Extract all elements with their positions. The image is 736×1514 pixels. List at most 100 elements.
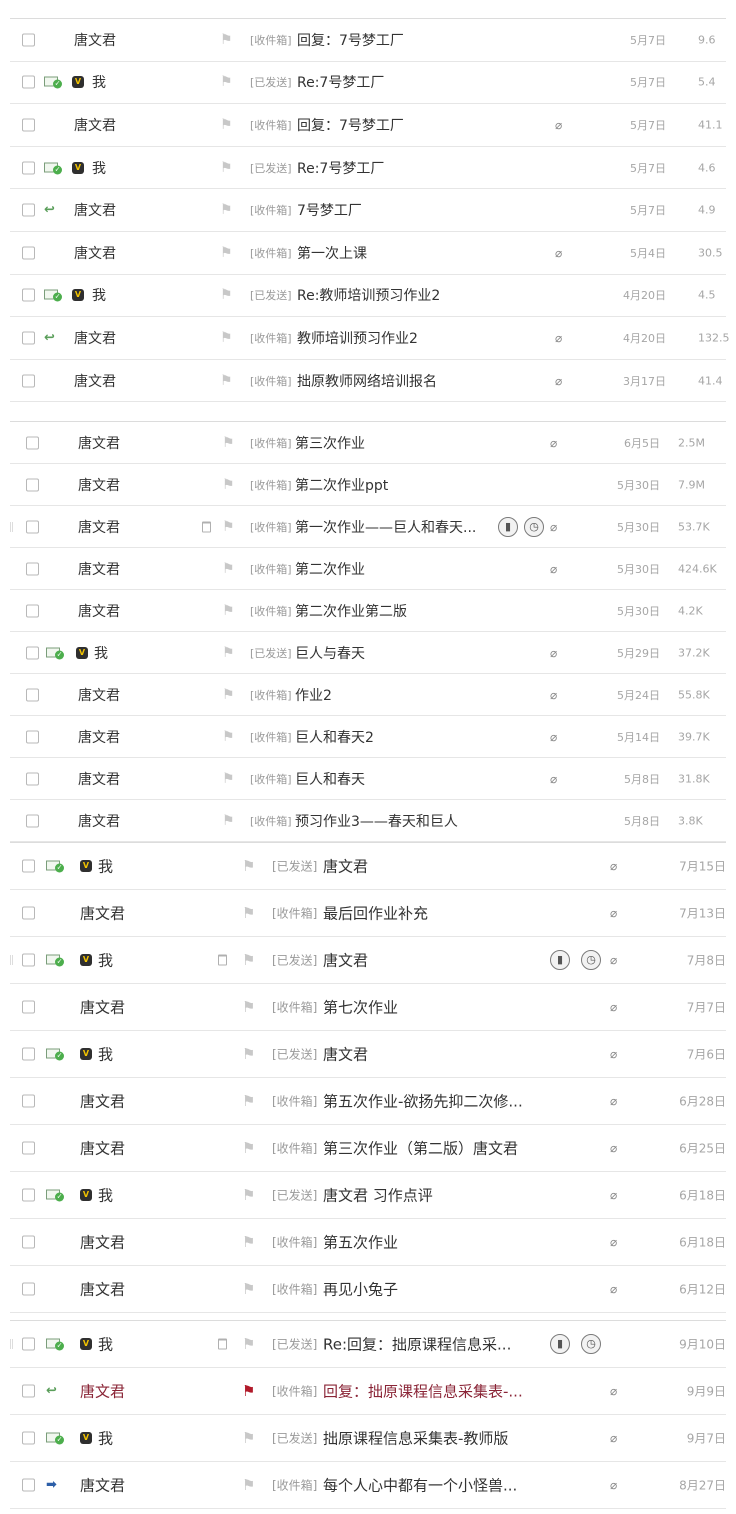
sender-name[interactable]: 唐文君 <box>78 769 120 789</box>
subject-link[interactable]: 第一次作业——巨人和春天... <box>295 517 476 537</box>
mail-row[interactable]: 唐文君 ⚑ [收件箱] 第二次作业ppt 5月30日 7.9M <box>10 464 726 506</box>
drag-handle[interactable] <box>10 522 13 531</box>
sender-name[interactable]: 我 <box>98 1334 113 1355</box>
flag-icon[interactable]: ⚑ <box>222 687 235 703</box>
sender-name[interactable]: 唐文君 <box>74 328 116 348</box>
clock-icon[interactable]: ◷ <box>581 1334 601 1354</box>
subject-link[interactable]: 教师培训预习作业2 <box>297 328 418 348</box>
flag-icon[interactable]: ⚑ <box>242 1429 255 1447</box>
subject-link[interactable]: 唐文君 <box>323 856 368 877</box>
drag-handle[interactable] <box>10 1339 13 1349</box>
subject-link[interactable]: 巨人和春天2 <box>295 727 374 747</box>
mail-row[interactable]: 唐文君 ⚑ [收件箱] 第三次作业 ⌀ 6月5日 2.5M <box>10 422 726 464</box>
row-checkbox[interactable] <box>26 688 39 701</box>
flag-icon[interactable]: ⚑ <box>242 1280 255 1298</box>
subject-link[interactable]: 回复：拙原课程信息采集表-... <box>323 1381 523 1402</box>
flag-icon[interactable]: ⚑ <box>222 813 235 829</box>
subject-link[interactable]: 回复：7号梦工厂 <box>297 115 404 135</box>
row-checkbox[interactable] <box>22 75 35 89</box>
bookmark-icon[interactable]: ▮ <box>550 950 570 970</box>
flag-icon[interactable]: ⚑ <box>222 435 235 451</box>
mail-row[interactable]: ✓ V 我 ⚑ [已发送] Re:教师培训预习作业2 4月20日 4.5 <box>10 275 726 318</box>
mail-row[interactable]: ✓ V 我 ⚑ [已发送] Re:7号梦工厂 5月7日 5.4 <box>10 62 726 105</box>
subject-link[interactable]: 唐文君 <box>323 950 368 971</box>
subject-link[interactable]: 第五次作业-欲扬先抑二次修... <box>323 1091 523 1112</box>
row-checkbox[interactable] <box>22 906 35 920</box>
row-checkbox[interactable] <box>22 859 35 873</box>
subject-link[interactable]: Re:7号梦工厂 <box>297 158 384 178</box>
flag-icon[interactable]: ⚑ <box>242 1335 255 1353</box>
row-checkbox[interactable] <box>22 1047 35 1061</box>
mail-row[interactable]: ↩ 唐文君 ⚑ [收件箱] 7号梦工厂 5月7日 4.9 <box>10 189 726 232</box>
mail-row[interactable]: 唐文君 ⚑ [收件箱] 第三次作业（第二版）唐文君 ⌀ 6月25日 <box>10 1125 726 1172</box>
subject-link[interactable]: 第五次作业 <box>323 1232 398 1253</box>
subject-link[interactable]: Re:教师培训预习作业2 <box>297 285 440 305</box>
mail-row[interactable]: 唐文君 ⚑ [收件箱] 最后回作业补充 ⌀ 7月13日 <box>10 890 726 937</box>
flag-icon[interactable]: ⚑ <box>220 287 233 303</box>
sender-name[interactable]: 我 <box>98 1428 113 1449</box>
sender-name[interactable]: 唐文君 <box>78 559 120 579</box>
flag-icon[interactable]: ⚑ <box>220 245 233 261</box>
flag-icon[interactable]: ⚑ <box>220 74 233 90</box>
subject-link[interactable]: Re:7号梦工厂 <box>297 72 384 92</box>
mail-row[interactable]: ✓ V 我 ⚑ [已发送] 唐文君 ⌀ 7月6日 <box>10 1031 726 1078</box>
subject-link[interactable]: 第二次作业第二版 <box>295 601 407 621</box>
sender-name[interactable]: 唐文君 <box>78 727 120 747</box>
row-checkbox[interactable] <box>26 814 39 827</box>
flag-icon[interactable]: ⚑ <box>242 904 255 922</box>
sender-name[interactable]: 唐文君 <box>80 1381 125 1402</box>
mail-row[interactable]: ➡ 唐文君 ⚑ [收件箱] 每个人心中都有一个小怪兽... ⌀ 8月27日 <box>10 1462 726 1509</box>
flag-icon[interactable]: ⚑ <box>220 117 233 133</box>
flag-icon[interactable]: ⚑ <box>222 771 235 787</box>
clock-icon[interactable]: ◷ <box>524 516 544 537</box>
flag-icon[interactable]: ⚑ <box>220 373 233 389</box>
subject-link[interactable]: 回复：7号梦工厂 <box>297 30 404 50</box>
row-checkbox[interactable] <box>22 953 35 967</box>
subject-link[interactable]: 预习作业3——春天和巨人 <box>295 811 458 831</box>
mail-row[interactable]: 唐文君 ⚑ [收件箱] 第二次作业第二版 5月30日 4.2K <box>10 590 726 632</box>
subject-link[interactable]: 第二次作业ppt <box>295 475 388 495</box>
row-checkbox[interactable] <box>26 604 39 617</box>
sender-name[interactable]: 唐文君 <box>80 903 125 924</box>
sender-name[interactable]: 唐文君 <box>78 601 120 621</box>
flag-icon[interactable]: ⚑ <box>220 202 233 218</box>
mail-row[interactable]: ✓ V 我 ⚑ [已发送] Re:回复：拙原课程信息采... ▮ ◷ 9月10日 <box>10 1321 726 1368</box>
row-checkbox[interactable] <box>22 1094 35 1108</box>
mail-row[interactable]: ✓ V 我 ⚑ [已发送] 唐文君 ⌀ 7月15日 <box>10 843 726 890</box>
row-checkbox[interactable] <box>22 1235 35 1249</box>
sender-name[interactable]: 唐文君 <box>80 1279 125 1300</box>
row-checkbox[interactable] <box>22 374 35 388</box>
flag-icon[interactable]: ⚑ <box>242 1139 255 1157</box>
row-checkbox[interactable] <box>26 730 39 743</box>
flag-icon[interactable]: ⚑ <box>222 729 235 745</box>
flag-icon[interactable]: ⚑ <box>242 1045 255 1063</box>
flag-icon[interactable]: ⚑ <box>242 1476 255 1494</box>
sender-name[interactable]: 唐文君 <box>74 30 116 50</box>
sender-name[interactable]: 唐文君 <box>78 475 120 495</box>
sender-name[interactable]: 唐文君 <box>80 1091 125 1112</box>
sender-name[interactable]: 我 <box>92 158 106 178</box>
row-checkbox[interactable] <box>22 1000 35 1014</box>
row-checkbox[interactable] <box>22 246 35 260</box>
flag-icon[interactable]: ⚑ <box>220 160 233 176</box>
bookmark-icon[interactable]: ▮ <box>550 1334 570 1354</box>
sender-name[interactable]: 我 <box>94 643 108 663</box>
row-checkbox[interactable] <box>22 1141 35 1155</box>
sender-name[interactable]: 我 <box>92 285 106 305</box>
mail-row[interactable]: 唐文君 ⚑ [收件箱] 作业2 ⌀ 5月24日 55.8K <box>10 674 726 716</box>
row-checkbox[interactable] <box>22 1431 35 1445</box>
subject-link[interactable]: 最后回作业补充 <box>323 903 428 924</box>
mail-row[interactable]: ✓ V 我 ⚑ [已发送] 巨人与春天 ⌀ 5月29日 37.2K <box>10 632 726 674</box>
row-checkbox[interactable] <box>22 33 35 47</box>
mail-row[interactable]: 唐文君 ⚑ [收件箱] 回复：7号梦工厂 5月7日 9.6 <box>10 19 726 62</box>
sender-name[interactable]: 唐文君 <box>78 433 120 453</box>
subject-link[interactable]: 第七次作业 <box>323 997 398 1018</box>
mail-row[interactable]: 唐文君 ⚑ [收件箱] 巨人和春天 ⌀ 5月8日 31.8K <box>10 758 726 800</box>
mail-row[interactable]: ✓ V 我 ⚑ [已发送] 唐文君 习作点评 ⌀ 6月18日 <box>10 1172 726 1219</box>
flag-icon[interactable]: ⚑ <box>222 477 235 493</box>
sender-name[interactable]: 唐文君 <box>80 1138 125 1159</box>
mail-row[interactable]: ↩ 唐文君 ⚑ [收件箱] 回复：拙原课程信息采集表-... ⌀ 9月9日 <box>10 1368 726 1415</box>
subject-link[interactable]: 巨人与春天 <box>295 643 365 663</box>
mail-row[interactable]: 唐文君 ⚑ [收件箱] 第五次作业 ⌀ 6月18日 <box>10 1219 726 1266</box>
sender-name[interactable]: 唐文君 <box>74 243 116 263</box>
